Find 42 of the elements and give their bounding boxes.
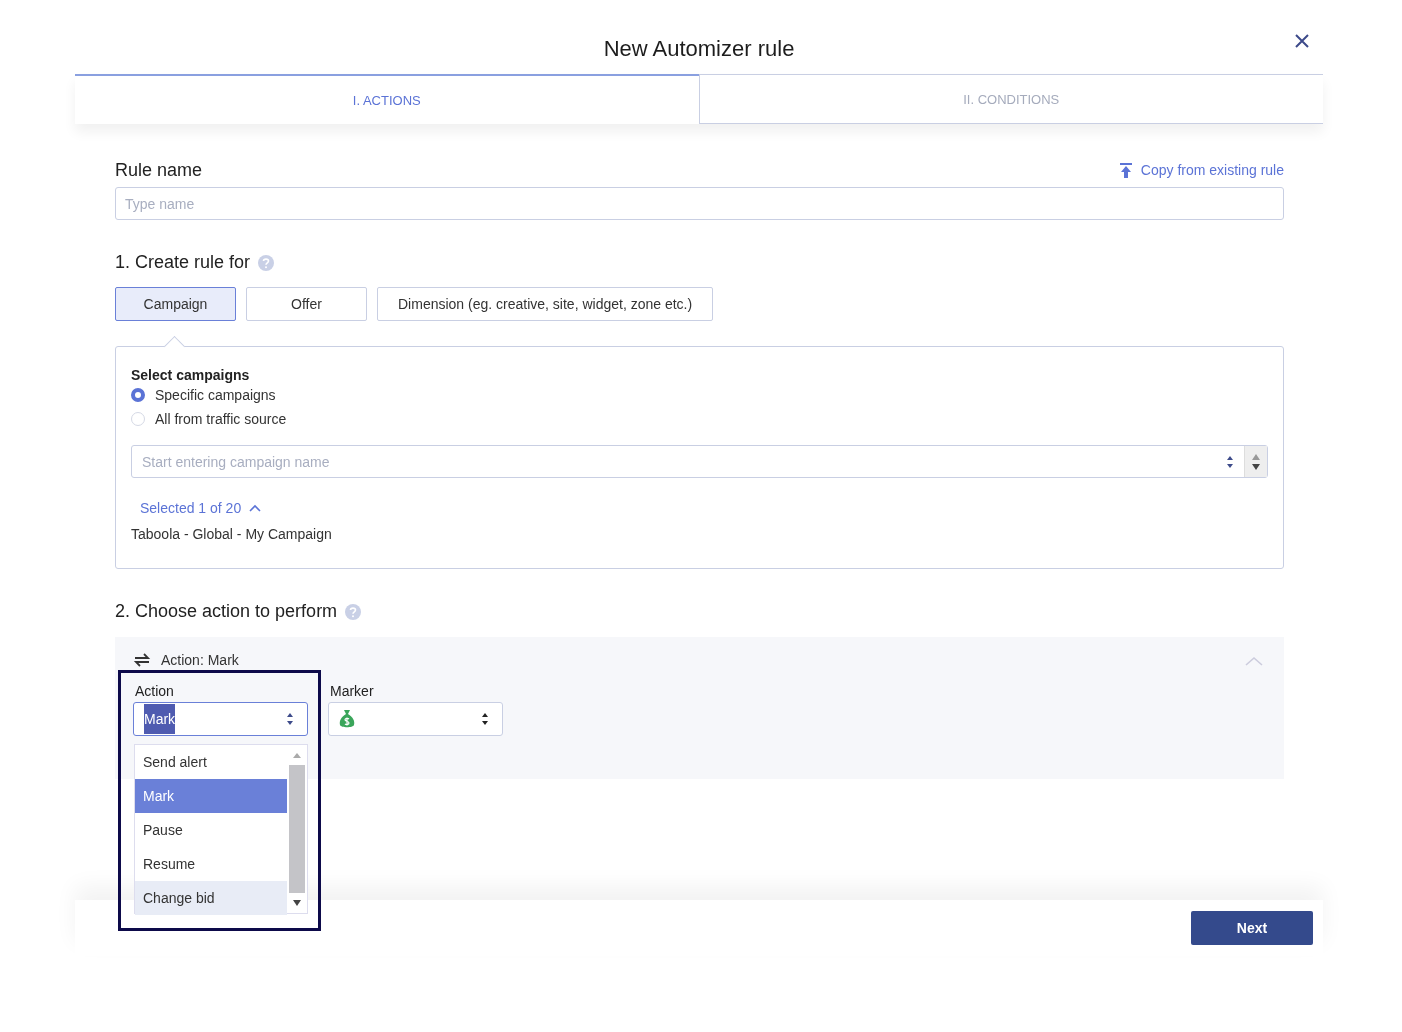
dropdown-option[interactable]: Pause [135, 813, 287, 847]
field-label: Marker [329, 683, 375, 699]
money-bag-icon [339, 709, 355, 729]
option-button[interactable]: Dimension (eg. creative, site, widget, zone etc.) [377, 287, 714, 321]
swap-arrows-icon [133, 653, 151, 667]
radio-icon[interactable] [131, 388, 145, 402]
rule-name-field[interactable]: Type name [115, 187, 1284, 220]
section-title: 2. Choose action to perform [115, 601, 338, 622]
scroll-up-icon[interactable] [292, 751, 302, 759]
section-title: 1. Create rule for [115, 252, 251, 273]
option-button[interactable]: Offer [246, 287, 367, 321]
collapse-icon[interactable] [1245, 656, 1263, 666]
next-button[interactable]: Next [1191, 911, 1313, 945]
dropdown-option[interactable]: Change bid [135, 881, 287, 915]
tab[interactable]: I. ACTIONS [75, 74, 699, 124]
upload-icon [1118, 162, 1133, 178]
dropdown-option[interactable]: Send alert [135, 745, 287, 779]
field-label: Action [134, 683, 175, 699]
selected-toggle[interactable]: Selected 1 of 20 [140, 500, 262, 516]
scroll-down-icon[interactable] [292, 899, 302, 907]
sort-icon [286, 712, 294, 726]
dropdown-option[interactable]: Resume [135, 847, 287, 881]
caret-icon [249, 504, 262, 512]
field-label: Rule name [115, 160, 203, 181]
copy-link[interactable]: Copy from existing rule [1118, 162, 1284, 178]
panel-title: Action: Mark [161, 652, 239, 668]
campaign-item: Taboola - Global - My Campaign [131, 526, 333, 542]
close-icon[interactable] [1295, 34, 1309, 48]
spinner-icon[interactable] [1244, 446, 1267, 477]
radio-option[interactable]: All from traffic source [131, 407, 1268, 431]
sort-icon [1226, 455, 1234, 469]
marker-select[interactable] [328, 702, 503, 736]
help-icon[interactable] [345, 603, 362, 620]
radio-option[interactable]: Specific campaigns [131, 383, 1268, 407]
dialog-title: New Automizer rule [603, 36, 795, 62]
dropdown-option[interactable]: Mark [135, 779, 287, 813]
option-button[interactable]: Campaign [115, 287, 236, 321]
campaign-search-field[interactable]: Start entering campaign name [131, 445, 1268, 478]
action-select[interactable]: Mark [133, 702, 308, 736]
help-icon[interactable] [258, 254, 275, 271]
sort-icon [481, 712, 489, 726]
field-label: Select campaigns [131, 367, 251, 383]
